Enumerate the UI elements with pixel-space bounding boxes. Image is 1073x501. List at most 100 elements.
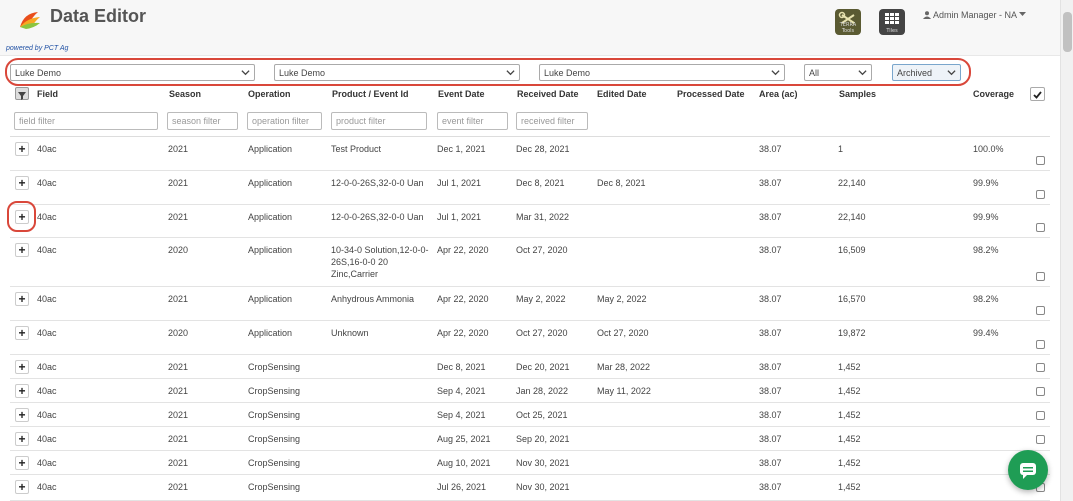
col-header-event-date[interactable]: Event Date [438, 89, 485, 99]
chevron-down-icon [506, 70, 515, 76]
event-filter-input[interactable] [437, 112, 508, 130]
row-select-checkbox[interactable] [1036, 272, 1045, 281]
page-scrollbar[interactable] [1060, 0, 1073, 501]
cell-operation: CropSensing [248, 410, 301, 420]
operation-filter-input[interactable] [247, 112, 322, 130]
table-row[interactable]: +40ac 2021 Application Anhydrous Ammonia Apr… [10, 287, 1050, 321]
farm-select[interactable]: Luke Demo [274, 64, 520, 81]
field-select[interactable]: Luke Demo [539, 64, 785, 81]
cell-event-date: Jul 1, 2021 [437, 178, 482, 188]
row-select-checkbox[interactable] [1036, 411, 1045, 420]
row-select-checkbox[interactable] [1036, 306, 1045, 315]
expand-row-button[interactable]: + [15, 292, 29, 306]
cell-coverage: 99.9% [973, 212, 999, 222]
cell-received-date: Dec 28, 2021 [516, 144, 570, 154]
cell-field: 40ac [37, 144, 57, 154]
chevron-down-icon [858, 70, 867, 76]
cell-area: 38.07 [759, 328, 782, 338]
col-header-coverage[interactable]: Coverage [973, 89, 1014, 99]
row-select-checkbox[interactable] [1036, 190, 1045, 199]
table-row[interactable]: +40ac 2021 Application 12-0-0-26S,32-0-0 Ua… [10, 205, 1050, 238]
table-row[interactable]: +40ac 2021 Application 12-0-0-26S,32-0-0 Ua… [10, 171, 1050, 205]
expand-button-highlight [7, 201, 36, 232]
status-select[interactable]: Archived [892, 64, 961, 81]
table-row[interactable]: +40ac 2021 CropSensing Aug 25, 2021 Sep 20, … [10, 427, 1050, 451]
col-header-field[interactable]: Field [37, 89, 58, 99]
expand-row-button[interactable]: + [15, 384, 29, 398]
cell-received-date: Jan 28, 2022 [516, 386, 569, 396]
expand-row-button[interactable]: + [15, 408, 29, 422]
expand-row-button[interactable]: + [15, 360, 29, 374]
expand-row-button[interactable]: + [15, 326, 29, 340]
cell-area: 38.07 [759, 178, 782, 188]
toggle-filters-button[interactable] [15, 87, 29, 100]
col-header-samples[interactable]: Samples [839, 89, 876, 99]
expand-row-button[interactable]: + [15, 432, 29, 446]
cell-area: 38.07 [759, 482, 782, 492]
row-select-checkbox[interactable] [1036, 363, 1045, 372]
expand-row-button[interactable]: + [15, 480, 29, 494]
cell-samples: 1,452 [838, 386, 861, 396]
cell-area: 38.07 [759, 386, 782, 396]
col-header-edited-date[interactable]: Edited Date [597, 89, 647, 99]
received-filter-input[interactable] [516, 112, 588, 130]
col-header-operation[interactable]: Operation [248, 89, 291, 99]
expand-row-button[interactable]: + [15, 176, 29, 190]
cell-field: 40ac [37, 212, 57, 222]
cell-product: 10-34-0 Solution,12-0-0-26S,16-0-0 20 Zi… [331, 245, 429, 279]
terra-tools-button[interactable]: TERRA Tools [835, 9, 861, 35]
user-menu[interactable]: Admin Manager - NA [923, 10, 1027, 20]
cell-field: 40ac [37, 386, 57, 396]
grower-select-value: Luke Demo [15, 68, 62, 78]
cell-operation: Application [248, 144, 293, 154]
cell-field: 40ac [37, 328, 57, 338]
cell-event-date: Dec 1, 2021 [437, 144, 486, 154]
cell-field: 40ac [37, 434, 57, 444]
row-select-checkbox[interactable] [1036, 156, 1045, 165]
select-all-checkbox[interactable] [1030, 87, 1045, 101]
cell-product: 12-0-0-26S,32-0-0 Uan [331, 212, 424, 222]
expand-row-button[interactable]: + [15, 243, 29, 257]
table-row[interactable]: +40ac 2020 Application 10-34-0 Solution,12-… [10, 238, 1050, 287]
cell-edited-date: May 11, 2022 [597, 386, 651, 396]
table-row[interactable]: +40ac 2020 Application Unknown Apr 22, 2020 O… [10, 321, 1050, 355]
cell-received-date: Dec 8, 2021 [516, 178, 565, 188]
cell-coverage: 100.0% [973, 144, 1004, 154]
table-row[interactable]: +40ac 2021 CropSensing Sep 4, 2021 Oct 25, 2… [10, 403, 1050, 427]
chat-icon [1020, 463, 1036, 479]
col-header-processed-date[interactable]: Processed Date [677, 89, 745, 99]
table-row[interactable]: +40ac 2021 CropSensing Sep 4, 2021 Jan 28, 2… [10, 379, 1050, 403]
table-row[interactable]: +40ac 2021 CropSensing Aug 10, 2021 Nov 30, … [10, 451, 1050, 475]
expand-row-button[interactable]: + [15, 456, 29, 470]
grower-select[interactable]: Luke Demo [10, 64, 255, 81]
cell-received-date: Oct 27, 2020 [516, 328, 568, 338]
col-header-received-date[interactable]: Received Date [517, 89, 579, 99]
scrollbar-thumb[interactable] [1063, 12, 1072, 52]
field-filter-input[interactable] [14, 112, 158, 130]
cell-samples: 1,452 [838, 362, 861, 372]
col-header-product[interactable]: Product / Event Id [332, 89, 409, 99]
cell-season: 2021 [168, 362, 189, 372]
product-filter-input[interactable] [331, 112, 427, 130]
table-row[interactable]: +40ac 2021 CropSensing Dec 8, 2021 Dec 20, 2… [10, 355, 1050, 379]
row-select-checkbox[interactable] [1036, 435, 1045, 444]
cell-received-date: Oct 25, 2021 [516, 410, 568, 420]
cell-operation: CropSensing [248, 434, 301, 444]
cell-season: 2021 [168, 386, 189, 396]
table-row[interactable]: +40ac 2021 CropSensing Jul 26, 2021 Nov 30, … [10, 475, 1050, 501]
table-row[interactable]: +40ac 2021 Application Test Product Dec 1, 2… [10, 137, 1050, 171]
cell-samples: 22,140 [838, 178, 866, 188]
season-filter-input[interactable] [167, 112, 238, 130]
row-select-checkbox[interactable] [1036, 340, 1045, 349]
row-select-checkbox[interactable] [1036, 223, 1045, 232]
row-select-checkbox[interactable] [1036, 387, 1045, 396]
cell-field: 40ac [37, 362, 57, 372]
operation-select[interactable]: All [804, 64, 872, 81]
col-header-season[interactable]: Season [169, 89, 201, 99]
tiles-label: Tiles [886, 28, 898, 34]
col-header-area[interactable]: Area (ac) [759, 89, 798, 99]
tiles-button[interactable]: Tiles [879, 9, 905, 35]
chat-button[interactable] [1008, 450, 1048, 490]
cell-season: 2021 [168, 178, 189, 188]
expand-row-button[interactable]: + [15, 142, 29, 156]
